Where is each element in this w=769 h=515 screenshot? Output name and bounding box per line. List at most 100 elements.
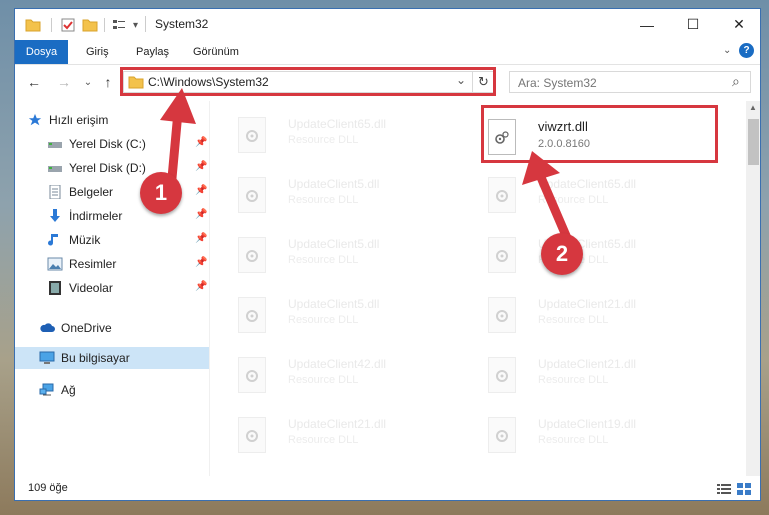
address-divider [472, 72, 473, 92]
sidebar-item-label: Bu bilgisayar [61, 351, 130, 365]
navigation-bar: ← → ⌄ ↑ C:\Windows\System32 ⌄ ↻ ⌕ [15, 65, 760, 101]
step-2-badge: 2 [541, 233, 583, 275]
file-name: UpdateClient21.dll [288, 417, 387, 431]
list-item[interactable]: UpdateClient19.dll Resource DLL [480, 411, 710, 463]
file-description: Resource DLL [288, 434, 359, 446]
file-name: UpdateClient42.dll [288, 357, 387, 371]
list-item[interactable]: UpdateClient21.dll Resource DLL [230, 411, 460, 463]
file-name: UpdateClient19.dll [538, 417, 637, 431]
folder-icon[interactable] [25, 17, 41, 33]
step-1-badge: 1 [140, 172, 182, 214]
search-box[interactable]: ⌕ [509, 71, 751, 93]
dll-file-icon [488, 357, 516, 393]
large-icons-view-icon[interactable] [737, 483, 751, 495]
sidebar-item-label: Yerel Disk (D:) [69, 161, 146, 175]
sidebar-item-disk-c[interactable]: Yerel Disk (C:) 📌 [15, 133, 209, 155]
downloads-icon [50, 209, 60, 222]
file-name: UpdateClient65.dll [288, 117, 387, 131]
file-name: UpdateClient65.dll [538, 177, 637, 191]
list-item-viwzrt-dll[interactable]: viwzrt.dll 2.0.0.8160 [480, 113, 710, 165]
list-item[interactable]: UpdateClient21.dll Resource DLL [480, 291, 710, 343]
pin-icon[interactable]: 📌 [195, 281, 207, 292]
sidebar-item-pictures[interactable]: Resimler 📌 [15, 253, 209, 275]
pin-icon[interactable]: 📌 [195, 209, 207, 220]
sidebar-item-label: Belgeler [69, 185, 114, 199]
refresh-button[interactable]: ↻ [478, 74, 489, 90]
pin-icon[interactable]: 📌 [195, 161, 207, 172]
address-dropdown-icon[interactable]: ⌄ [456, 73, 466, 87]
search-input[interactable] [516, 74, 720, 92]
search-icon[interactable]: ⌕ [732, 73, 740, 90]
file-name: viwzrt.dll [538, 119, 588, 134]
sidebar-item-music[interactable]: Müzik 📌 [15, 229, 209, 251]
file-version: 2.0.0.8160 [538, 138, 590, 150]
list-item[interactable]: UpdateClient65.dll Resource DLL [230, 111, 460, 163]
sidebar-item-onedrive[interactable]: OneDrive [15, 317, 209, 339]
network-icon [39, 383, 54, 396]
dll-file-icon [238, 297, 266, 333]
up-button[interactable]: ↑ [99, 73, 117, 91]
pin-icon[interactable]: 📌 [195, 185, 207, 196]
scroll-up-icon[interactable]: ▲ [749, 103, 757, 112]
pin-icon[interactable]: 📌 [195, 257, 207, 268]
new-folder-icon[interactable] [82, 17, 98, 33]
dll-file-icon [238, 237, 266, 273]
sidebar-item-disk-d[interactable]: Yerel Disk (D:) 📌 [15, 157, 209, 179]
tab-file[interactable]: Dosya [15, 40, 68, 64]
window-title: System32 [155, 17, 209, 31]
list-item[interactable]: UpdateClient5.dll Resource DLL [230, 291, 460, 343]
dll-file-icon [488, 417, 516, 453]
tab-view[interactable]: Görünüm [193, 40, 239, 64]
vertical-scrollbar[interactable]: ▲ [746, 101, 760, 476]
dll-file-icon [488, 119, 516, 155]
view-options-icon[interactable] [111, 17, 127, 33]
music-icon [48, 234, 58, 246]
title-bar: ▾ System32 — ☐ ✕ [15, 9, 760, 40]
sidebar-item-downloads[interactable]: İndirmeler 📌 [15, 205, 209, 227]
pictures-icon [47, 257, 63, 271]
sidebar-item-this-pc[interactable]: Bu bilgisayar [15, 347, 209, 369]
list-item[interactable]: UpdateClient21.dll Resource DLL [480, 351, 710, 403]
list-item[interactable]: UpdateClient5.dll Resource DLL [230, 171, 460, 223]
recent-locations-button[interactable]: ⌄ [79, 73, 97, 91]
quick-access-toolbar: ▾ [25, 16, 138, 34]
close-button[interactable]: ✕ [716, 9, 760, 40]
help-icon[interactable]: ? [739, 43, 754, 58]
list-item[interactable]: UpdateClient5.dll Resource DLL [230, 231, 460, 283]
sidebar-item-label: OneDrive [61, 321, 112, 335]
list-item[interactable]: UpdateClient65.dll Resource DLL [480, 231, 710, 283]
sidebar-item-network[interactable]: Ağ [15, 379, 209, 401]
details-view-icon[interactable] [717, 483, 731, 495]
sidebar-item-quick-access[interactable]: Hızlı erişim [15, 109, 209, 131]
sidebar-item-label: Hızlı erişim [49, 113, 109, 127]
scrollbar-thumb[interactable] [748, 119, 759, 165]
drive-icon [48, 142, 62, 148]
properties-checkmark-icon[interactable] [60, 17, 76, 33]
file-description: Resource DLL [288, 134, 359, 146]
sidebar-item-videos[interactable]: Videolar 📌 [15, 277, 209, 299]
tab-share[interactable]: Paylaş [136, 40, 169, 64]
minimize-button[interactable]: — [624, 9, 670, 40]
customize-toolbar-icon[interactable]: ▾ [133, 20, 138, 31]
maximize-button[interactable]: ☐ [670, 9, 716, 40]
file-name: UpdateClient21.dll [538, 357, 637, 371]
file-description: Resource DLL [538, 374, 609, 386]
pin-icon[interactable]: 📌 [195, 137, 207, 148]
file-description: Resource DLL [538, 194, 609, 206]
pin-icon[interactable]: 📌 [195, 233, 207, 244]
title-divider [145, 16, 146, 32]
address-path: C:\Windows\System32 [148, 75, 269, 89]
file-name: UpdateClient21.dll [538, 297, 637, 311]
ribbon-expand-icon[interactable]: ⌄ [723, 45, 731, 56]
back-button[interactable]: ← [25, 73, 43, 91]
sidebar-item-label: Resimler [69, 257, 117, 271]
address-bar[interactable]: C:\Windows\System32 ⌄ ↻ [123, 71, 495, 93]
forward-button[interactable]: → [55, 73, 73, 91]
list-item[interactable]: UpdateClient42.dll Resource DLL [230, 351, 460, 403]
list-item[interactable]: UpdateClient65.dll Resource DLL [480, 171, 710, 223]
sidebar-item-label: Ağ [61, 383, 76, 397]
tab-home[interactable]: Giriş [86, 40, 109, 64]
computer-icon [39, 351, 55, 364]
cloud-icon [40, 323, 55, 332]
videos-icon [49, 281, 61, 295]
